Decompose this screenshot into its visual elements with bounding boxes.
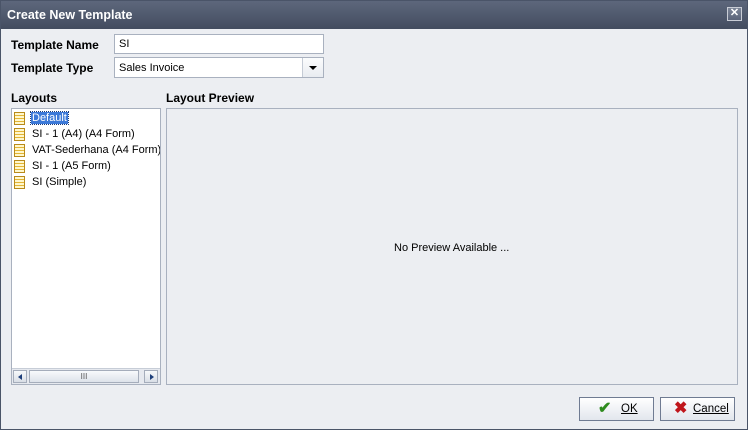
title-bar: Create New Template ✕ (1, 1, 747, 29)
document-icon (14, 176, 25, 189)
horizontal-scrollbar[interactable]: III (12, 368, 160, 384)
create-template-dialog: Create New Template ✕ Template Name SI T… (0, 0, 748, 430)
scroll-thumb[interactable]: III (29, 370, 139, 383)
list-item-label: SI - 1 (A5 Form) (32, 160, 111, 172)
template-type-label: Template Type (11, 61, 94, 75)
document-icon (14, 128, 25, 141)
template-type-value: Sales Invoice (119, 62, 185, 74)
list-item-label: SI - 1 (A4) (A4 Form) (32, 128, 135, 140)
chevron-down-icon[interactable] (302, 58, 323, 77)
ok-button-label: OK (621, 403, 638, 415)
template-type-select[interactable]: Sales Invoice (114, 57, 324, 78)
dialog-title: Create New Template (7, 8, 133, 22)
no-preview-message: No Preview Available ... (394, 242, 510, 254)
template-name-input[interactable]: SI (114, 34, 324, 54)
scroll-right-icon[interactable] (144, 370, 158, 383)
document-icon (14, 112, 25, 125)
x-icon: ✖ (674, 400, 688, 417)
template-name-label: Template Name (11, 38, 99, 52)
list-item-label: VAT-Sederhana (A4 Form) (32, 144, 161, 156)
document-icon (14, 144, 25, 157)
layouts-list[interactable]: Default SI - 1 (A4) (A4 Form) VAT-Sederh… (11, 108, 161, 385)
ok-button[interactable]: ✔ OK (579, 397, 654, 421)
close-icon[interactable]: ✕ (727, 7, 742, 21)
check-icon: ✔ (598, 400, 612, 417)
cancel-button-label: Cancel (693, 403, 729, 415)
layouts-heading: Layouts (11, 91, 58, 105)
list-item-label: SI (Simple) (32, 176, 87, 188)
scroll-left-icon[interactable] (13, 370, 27, 383)
cancel-button[interactable]: ✖ Cancel (660, 397, 735, 421)
document-icon (14, 160, 25, 173)
layout-preview-panel: No Preview Available ... (166, 108, 738, 385)
layout-preview-heading: Layout Preview (166, 91, 255, 105)
list-item-label: Default (30, 111, 69, 125)
